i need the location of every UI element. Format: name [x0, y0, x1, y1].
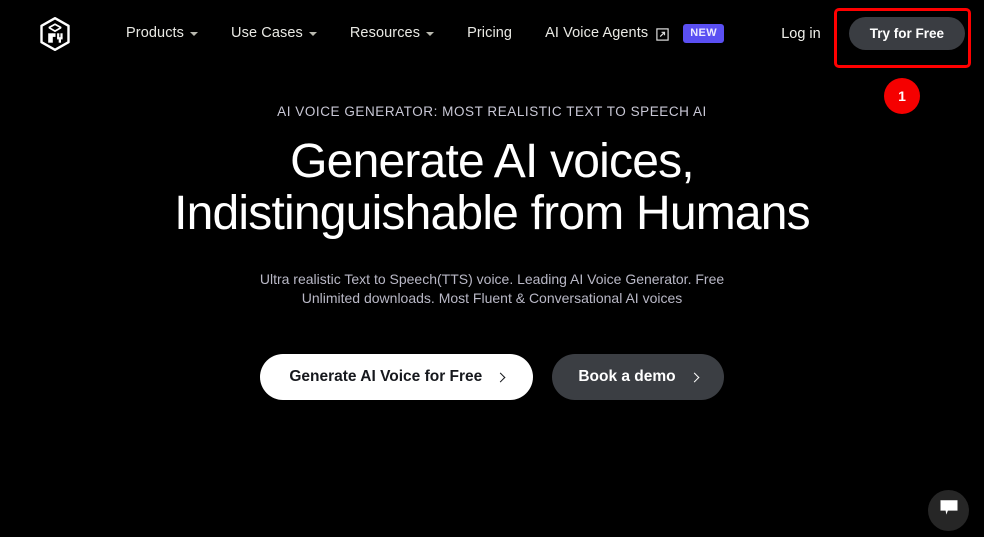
nav-item-pricing[interactable]: Pricing [467, 25, 512, 41]
new-badge: NEW [683, 24, 725, 43]
nav-label-products: Products [126, 25, 185, 42]
chevron-right-icon [689, 372, 700, 382]
hero-cta-row: Generate AI Voice for Free Book a demo [0, 354, 984, 400]
hero-eyebrow: AI VOICE GENERATOR: MOST REALISTIC TEXT … [277, 104, 707, 119]
chat-bubble-icon [939, 499, 959, 522]
nav-item-use-cases[interactable]: Use Cases [231, 25, 317, 41]
page-title: Generate AI voices, Indistinguishable fr… [174, 135, 811, 240]
primary-nav-links: Products Use Cases Resources Pricing AI … [126, 24, 725, 43]
chevron-right-icon [495, 372, 506, 382]
top-navigation-bar: Products Use Cases Resources Pricing AI … [0, 0, 984, 67]
external-link-icon [656, 28, 669, 41]
try-for-free-button[interactable]: Try for Free [848, 17, 965, 50]
book-a-demo-button[interactable]: Book a demo [552, 354, 724, 400]
nav-item-resources[interactable]: Resources [349, 25, 435, 42]
nav-label-pricing: Pricing [467, 25, 513, 42]
annotation-step-badge: 1 [884, 78, 920, 114]
nav-right-actions: Log in Try for Free [781, 0, 984, 67]
nav-label-resources: Resources [349, 25, 421, 42]
nav-label-ai-voice-agents: AI Voice Agents [545, 25, 649, 42]
nav-item-products[interactable]: Products [126, 25, 199, 42]
generate-ai-voice-button[interactable]: Generate AI Voice for Free [260, 354, 534, 400]
chevron-down-icon [426, 32, 435, 37]
nav-label-use-cases: Use Cases [231, 25, 303, 42]
nav-item-ai-voice-agents[interactable]: AI Voice Agents NEW [545, 24, 725, 43]
hero-subtitle: Ultra realistic Text to Speech(TTS) voic… [259, 271, 725, 306]
login-link[interactable]: Log in [781, 26, 821, 42]
book-a-demo-label: Book a demo [578, 368, 676, 385]
chevron-down-icon [308, 32, 317, 37]
chevron-down-icon [190, 32, 199, 37]
hero-section: AI VOICE GENERATOR: MOST REALISTIC TEXT … [0, 67, 984, 400]
chat-widget-button[interactable] [928, 490, 969, 531]
cube-logo[interactable] [37, 16, 73, 52]
generate-ai-voice-label: Generate AI Voice for Free [289, 368, 483, 385]
